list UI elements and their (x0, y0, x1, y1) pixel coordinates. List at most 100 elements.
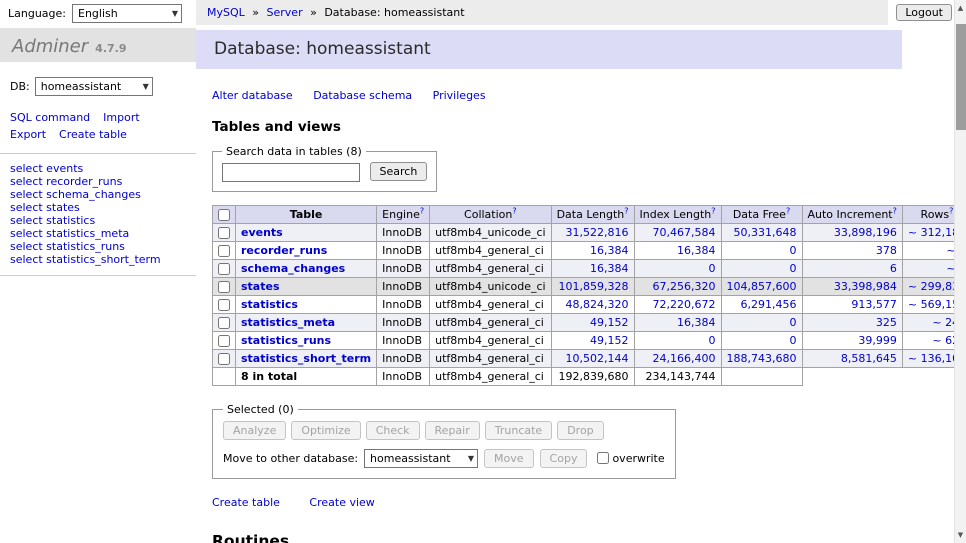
breadcrumb-link-mysql[interactable]: MySQL (207, 6, 245, 19)
table-name-link[interactable]: schema_changes (241, 262, 345, 275)
data-free-link[interactable]: 0 (790, 334, 797, 347)
index-length-link[interactable]: 0 (709, 262, 716, 275)
sidebar-table-link-states[interactable]: select states (10, 201, 80, 214)
auto-increment-link[interactable]: 913,577 (851, 298, 897, 311)
optimize-button[interactable]: Optimize (291, 421, 360, 440)
help-link[interactable]: ? (893, 206, 897, 215)
data-free-link[interactable]: 0 (790, 262, 797, 275)
overwrite-checkbox[interactable] (597, 452, 609, 464)
select-all-checkbox[interactable] (218, 209, 230, 221)
auto-increment-link[interactable]: 378 (876, 244, 897, 257)
move-db-select[interactable]: homeassistant ▼ (364, 449, 478, 468)
sidebar-table-link-schema-changes[interactable]: select schema_changes (10, 188, 141, 201)
table-name-link[interactable]: events (241, 226, 283, 239)
move-button[interactable]: Move (484, 449, 534, 468)
sidebar-table-link-recorder-runs[interactable]: select recorder_runs (10, 175, 122, 188)
row-checkbox[interactable] (218, 281, 230, 293)
row-checkbox[interactable] (218, 317, 230, 329)
index-length-link[interactable]: 16,384 (677, 316, 716, 329)
sidebar-link-create-table[interactable]: Create table (59, 128, 127, 141)
index-length-link[interactable]: 72,220,672 (653, 298, 716, 311)
language-select[interactable]: English ▼ (72, 4, 182, 23)
sidebar-link-import[interactable]: Import (103, 111, 140, 124)
auto-increment-link[interactable]: 8,581,645 (841, 352, 897, 365)
data-free-link[interactable]: 6,291,456 (741, 298, 797, 311)
help-link[interactable]: ? (512, 206, 516, 215)
help-link[interactable]: ? (786, 206, 790, 215)
row-checkbox[interactable] (218, 335, 230, 347)
data-length-link[interactable]: 49,152 (590, 316, 629, 329)
data-length-link[interactable]: 48,824,320 (566, 298, 629, 311)
sidebar-link-sql-command[interactable]: SQL command (10, 111, 90, 124)
scroll-up-icon[interactable]: ▲ (955, 1, 966, 15)
help-link[interactable]: ? (949, 206, 953, 215)
link-database-schema[interactable]: Database schema (313, 89, 412, 102)
data-length-link[interactable]: 49,152 (590, 334, 629, 347)
row-checkbox-cell (213, 331, 236, 349)
data-free-link[interactable]: 0 (790, 244, 797, 257)
db-select[interactable]: homeassistant ▼ (35, 77, 153, 96)
logout-button[interactable]: Logout (896, 4, 952, 21)
breadcrumb-link-server[interactable]: Server (267, 6, 303, 19)
collation-cell: utf8mb4_unicode_ci (430, 223, 551, 241)
data-length-link[interactable]: 31,522,816 (566, 226, 629, 239)
row-checkbox[interactable] (218, 299, 230, 311)
link-create-table[interactable]: Create table (212, 496, 280, 509)
auto-increment-link[interactable]: 325 (876, 316, 897, 329)
help-link[interactable]: ? (624, 206, 628, 215)
table-name-link[interactable]: statistics_meta (241, 316, 335, 329)
index-length-link[interactable]: 67,256,320 (653, 280, 716, 293)
row-checkbox[interactable] (218, 353, 230, 365)
data-free-link[interactable]: 50,331,648 (734, 226, 797, 239)
sidebar-table-link-events[interactable]: select events (10, 162, 83, 175)
index-length-link[interactable]: 24,166,400 (653, 352, 716, 365)
sidebar-table-link-statistics[interactable]: select statistics (10, 214, 95, 227)
search-button[interactable]: Search (370, 162, 428, 181)
data-length-link[interactable]: 16,384 (590, 244, 629, 257)
index-length-link[interactable]: 16,384 (677, 244, 716, 257)
select-all-cell (213, 205, 236, 223)
auto-increment-link[interactable]: 39,999 (858, 334, 897, 347)
row-checkbox[interactable] (218, 227, 230, 239)
vertical-scrollbar[interactable]: ▲ ▼ (954, 0, 966, 543)
truncate-button[interactable]: Truncate (485, 421, 552, 440)
main-content: MySQL » Server » Database: homeassistant… (196, 0, 954, 543)
auto-increment-link[interactable]: 33,898,196 (834, 226, 897, 239)
table-name-link[interactable]: statistics_short_term (241, 352, 371, 365)
scrollbar-thumb[interactable] (956, 24, 966, 130)
sidebar-table-link-statistics-runs[interactable]: select statistics_runs (10, 240, 125, 253)
scroll-down-icon[interactable]: ▼ (955, 528, 966, 542)
auto-increment-link[interactable]: 33,398,984 (834, 280, 897, 293)
help-link[interactable]: ? (711, 206, 715, 215)
auto-increment-link[interactable]: 6 (890, 262, 897, 275)
link-alter-database[interactable]: Alter database (212, 89, 293, 102)
index-length-link[interactable]: 70,467,584 (653, 226, 716, 239)
table-name-link[interactable]: recorder_runs (241, 244, 327, 257)
data-length-link[interactable]: 101,859,328 (559, 280, 629, 293)
col-header-auto-increment: Auto Increment? (802, 205, 902, 223)
table-name-link[interactable]: statistics_runs (241, 334, 331, 347)
sidebar-table-link-statistics-short-term[interactable]: select statistics_short_term (10, 253, 161, 266)
data-free-link[interactable]: 104,857,600 (727, 280, 797, 293)
search-input[interactable] (222, 163, 360, 182)
data-free-link[interactable]: 0 (790, 316, 797, 329)
sidebar-table-link-statistics-meta[interactable]: select statistics_meta (10, 227, 129, 240)
data-free-link[interactable]: 188,743,680 (727, 352, 797, 365)
help-link[interactable]: ? (420, 206, 424, 215)
table-name-link[interactable]: states (241, 280, 280, 293)
adminer-logo[interactable]: Adminer (12, 36, 88, 57)
check-button[interactable]: Check (366, 421, 420, 440)
repair-button[interactable]: Repair (425, 421, 480, 440)
row-checkbox[interactable] (218, 245, 230, 257)
table-name-link[interactable]: statistics (241, 298, 298, 311)
link-create-view[interactable]: Create view (309, 496, 374, 509)
drop-button[interactable]: Drop (557, 421, 603, 440)
link-privileges[interactable]: Privileges (433, 89, 486, 102)
index-length-link[interactable]: 0 (709, 334, 716, 347)
analyze-button[interactable]: Analyze (223, 421, 286, 440)
row-checkbox[interactable] (218, 263, 230, 275)
sidebar-link-export[interactable]: Export (10, 128, 46, 141)
data-length-link[interactable]: 16,384 (590, 262, 629, 275)
data-length-link[interactable]: 10,502,144 (566, 352, 629, 365)
copy-button[interactable]: Copy (540, 449, 588, 468)
